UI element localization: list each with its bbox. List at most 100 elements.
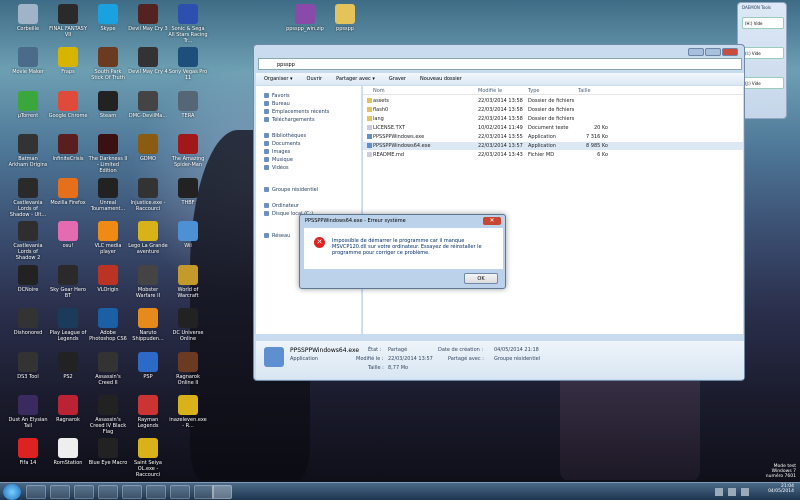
desktop-icon[interactable]: Devil May Cry 3 (128, 4, 168, 32)
desktop-icon[interactable]: DS3 Tool (8, 352, 48, 380)
desktop-icon[interactable]: Google Chrome (48, 91, 88, 119)
desktop-icon[interactable]: Steam (88, 91, 128, 119)
new-folder-button[interactable]: Nouveau dossier (420, 76, 462, 82)
gadget-drive[interactable]: (H:) Vide (742, 17, 784, 29)
taskbar-app-active-window[interactable] (212, 485, 232, 499)
desktop-icon[interactable]: Mozilla Firefox (48, 178, 88, 206)
desktop-icon[interactable]: The Darkness II - Limited Edition (88, 134, 128, 174)
desktop-icon[interactable]: osu! (48, 221, 88, 249)
open-button[interactable]: Ouvrir (307, 76, 323, 82)
maximize-button[interactable] (705, 48, 721, 56)
taskbar-app-osu[interactable] (146, 485, 166, 499)
desktop-icon[interactable]: Corbeille (8, 4, 48, 32)
ok-button[interactable]: OK (464, 273, 498, 284)
desktop-icon[interactable]: Fraps (48, 47, 88, 75)
desktop-icon[interactable]: µTorrent (8, 91, 48, 119)
nav-item[interactable]: Images (264, 148, 290, 155)
desktop-icon[interactable]: South Park Stick Of Truth (88, 47, 128, 81)
error-dialog[interactable]: PPSSPPWindows64.exe - Erreur système ✕ ✕… (299, 214, 506, 289)
taskbar-app-explorer[interactable] (26, 485, 46, 499)
desktop-icon[interactable]: Blue Eye Macro (88, 438, 128, 466)
column-modified[interactable]: Modifié le (478, 88, 502, 94)
desktop-icon[interactable]: Saint Seiya OL.exe - Raccourci (128, 438, 168, 478)
taskbar-app-utorrent[interactable] (74, 485, 94, 499)
address-bar[interactable]: ppsspp (258, 58, 742, 70)
desktop-icon[interactable]: Skype (88, 4, 128, 32)
gadget-drive[interactable]: (J:) Vide (742, 77, 784, 89)
desktop-icon[interactable]: Sony Vegas Pro 11 (168, 47, 208, 81)
column-size[interactable]: Taille (578, 88, 591, 94)
nav-item[interactable]: Bibliothèques (264, 132, 306, 139)
desktop-icon[interactable]: Sky Gear Hero BT (48, 265, 88, 299)
nav-item[interactable]: Bureau (264, 100, 290, 107)
system-clock[interactable]: 21:04 04/05/2014 (768, 484, 794, 494)
file-row[interactable]: README.md 22/03/2014 13:43 Fichier MD 6 Ko (363, 151, 743, 159)
desktop-icon[interactable]: Dishonored (8, 308, 48, 336)
desktop-icon[interactable]: DC Universe Online (168, 308, 208, 342)
explorer-window[interactable]: ppsspp Organiser ▾ Ouvrir Partager avec … (253, 44, 745, 381)
taskbar-app-vlc[interactable] (170, 485, 190, 499)
nav-item[interactable]: Emplacements récents (264, 108, 329, 115)
desktop-icon[interactable]: Naruto Shippuden... (128, 308, 168, 342)
desktop-icon[interactable]: VLOrigin (88, 265, 128, 293)
desktop-icon[interactable]: ppsspp_win.zip (285, 4, 325, 32)
column-name[interactable]: Nom (373, 88, 385, 94)
nav-item[interactable]: Réseau (264, 232, 290, 239)
desktop-icon[interactable]: InfiniteCrisis (48, 134, 88, 162)
desktop-icon[interactable]: TERA (168, 91, 208, 119)
desktop-icon[interactable]: DMC-DevilMa... (128, 91, 168, 119)
nav-item[interactable]: Favoris (264, 92, 290, 99)
desktop-icon[interactable]: World of Warcraft (168, 265, 208, 299)
desktop-icon[interactable]: Mobster Warfare II (128, 265, 168, 299)
file-row[interactable]: assets 22/03/2014 13:58 Dossier de fichier… (363, 97, 743, 105)
taskbar-app-player[interactable] (194, 485, 214, 499)
dialog-close-button[interactable]: ✕ (483, 217, 501, 225)
desktop-icon[interactable]: inazeleven.exe - R... (168, 395, 208, 429)
desktop-icon[interactable]: RomStation (48, 438, 88, 466)
file-row[interactable]: flash0 22/03/2014 13:58 Dossier de fichier… (363, 106, 743, 114)
network-icon[interactable] (741, 488, 749, 496)
close-button[interactable] (722, 48, 738, 56)
column-type[interactable]: Type (528, 88, 539, 94)
desktop-icon[interactable]: Wii (168, 221, 208, 249)
nav-item[interactable]: Musique (264, 156, 293, 163)
organise-button[interactable]: Organiser ▾ (264, 76, 293, 82)
desktop-icon[interactable]: DCNoire (8, 265, 48, 293)
desktop-icon[interactable]: Ragnarok Online II (168, 352, 208, 386)
desktop-icon[interactable]: VLC media player (88, 221, 128, 255)
file-row[interactable]: lang 22/03/2014 13:58 Dossier de fichiers (363, 115, 743, 123)
nav-item[interactable]: Documents (264, 140, 301, 147)
start-button[interactable] (3, 484, 21, 500)
desktop-icon[interactable]: PSP (128, 352, 168, 380)
gadget-drive[interactable]: (I:) Vide (742, 47, 784, 59)
desktop-icon[interactable]: Devil May Cry 4 (128, 47, 168, 75)
file-row[interactable]: PPSSPPWindows.exe 22/03/2014 13:55 Applica… (363, 133, 743, 141)
taskbar-app-media[interactable] (50, 485, 70, 499)
desktop-icon[interactable]: GDMO (128, 134, 168, 162)
desktop-icon[interactable]: Rayman Legends (128, 395, 168, 429)
desktop-icon[interactable]: The Amazing Spider-Man (168, 134, 208, 168)
nav-item[interactable]: Téléchargements (264, 116, 315, 123)
nav-item[interactable]: Vidéos (264, 164, 289, 171)
desktop-icon[interactable]: Fifa 14 (8, 438, 48, 466)
taskbar-app-firefox[interactable] (98, 485, 118, 499)
desktop-icon[interactable]: Ragnarok (48, 395, 88, 423)
file-row[interactable]: PPSSPPWindows64.exe 22/03/2014 13:57 Appli… (363, 142, 743, 150)
desktop-icon[interactable]: Play League of Legends (48, 308, 88, 342)
desktop-icon[interactable]: ppsspp (325, 4, 365, 32)
share-button[interactable]: Partager avec ▾ (336, 76, 375, 82)
tray-icon[interactable] (715, 488, 723, 496)
desktop-icon[interactable]: Unreal Tournament... (88, 178, 128, 212)
desktop-icon[interactable]: Adobe Photoshop CS6 (88, 308, 128, 342)
taskbar-app-game[interactable] (122, 485, 142, 499)
desktop-icon[interactable]: PS2 (48, 352, 88, 380)
desktop-icon[interactable]: THBF (168, 178, 208, 206)
desktop-icon[interactable]: Lego La Grande aventure (128, 221, 168, 255)
volume-icon[interactable] (728, 488, 736, 496)
desktop-icon[interactable]: Assassin's Creed IV Black Flag (88, 395, 128, 435)
desktop-icon[interactable]: Dust An Elysian Tail (8, 395, 48, 429)
desktop-icon[interactable]: Movie Maker (8, 47, 48, 75)
nav-item[interactable]: Groupe résidentiel (264, 186, 318, 193)
desktop-icon[interactable]: Castlevania Lords of Shadow - Ult... (8, 178, 48, 218)
file-row[interactable]: LICENSE.TXT 10/02/2014 11:49 Document text… (363, 124, 743, 132)
